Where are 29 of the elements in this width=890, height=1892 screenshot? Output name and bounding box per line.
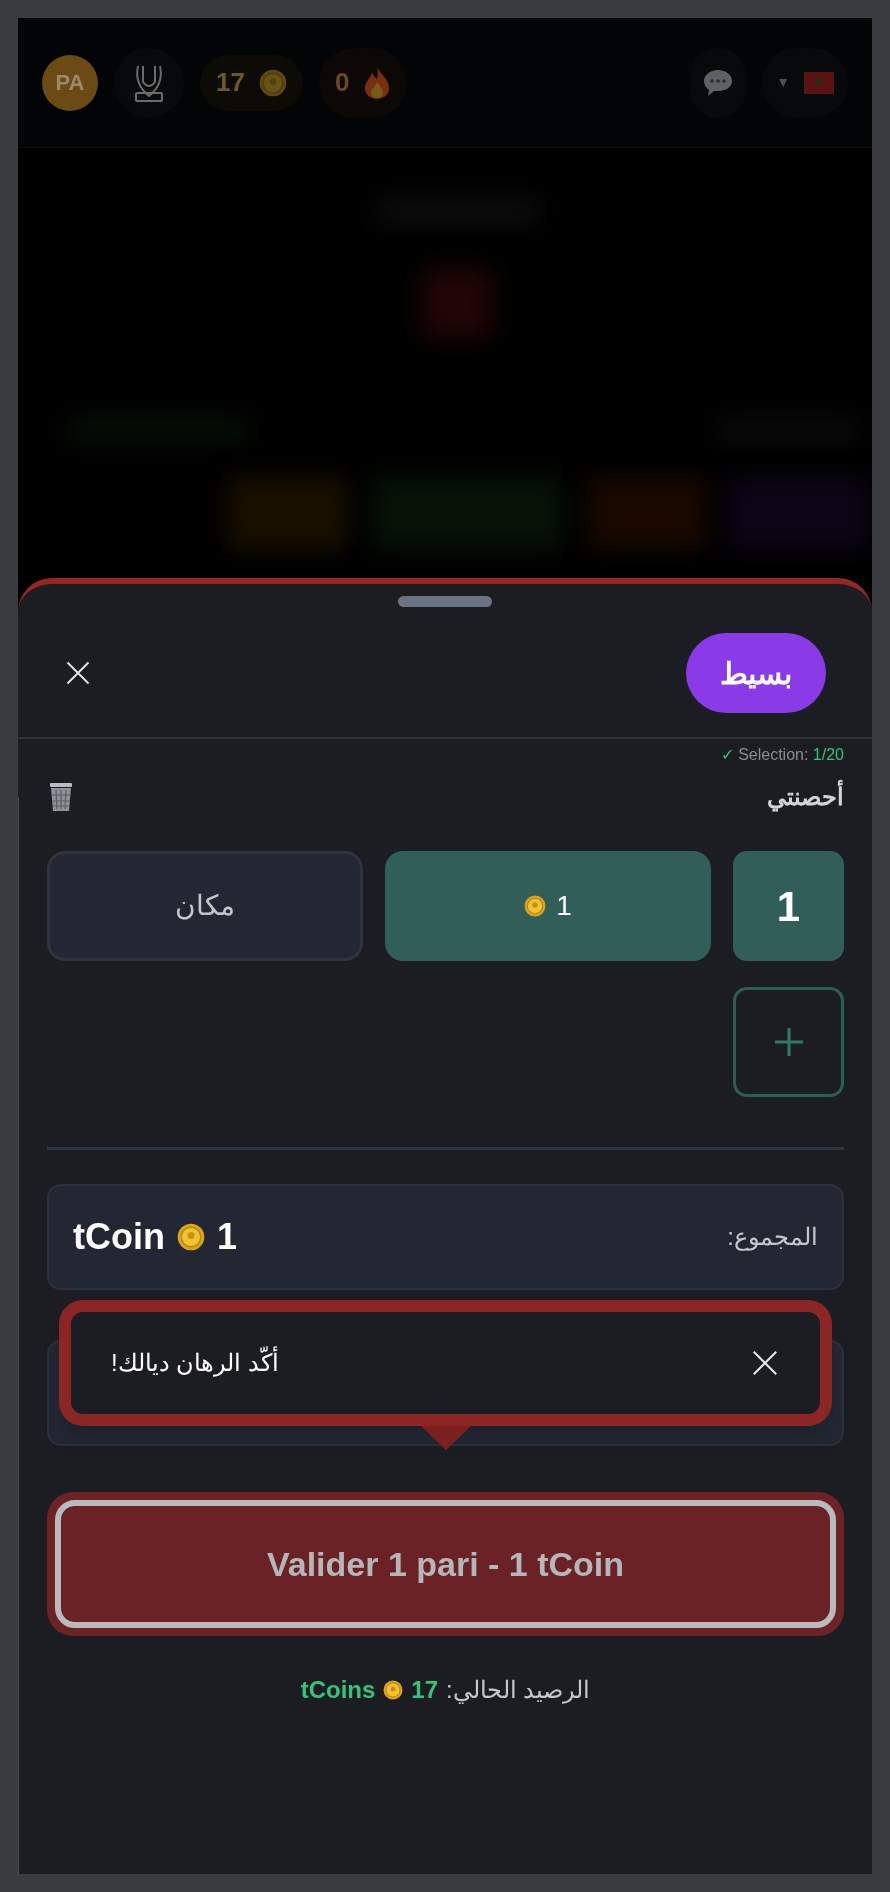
drag-handle[interactable] bbox=[398, 596, 492, 607]
balance-amount: 17 bbox=[411, 1675, 438, 1705]
horse-number: 1 bbox=[733, 851, 844, 961]
selection-count: ✓ Selection: 1/20 bbox=[720, 745, 844, 765]
bet-type-button[interactable]: مكان bbox=[47, 851, 363, 961]
tooltip-arrow-icon bbox=[421, 1426, 471, 1450]
trash-icon[interactable] bbox=[47, 781, 75, 813]
stake-button[interactable]: 1 bbox=[385, 851, 711, 961]
flame-icon bbox=[363, 65, 392, 100]
total-unit: tCoin bbox=[73, 1215, 165, 1259]
flag-icon bbox=[804, 71, 834, 94]
coin-icon bbox=[176, 1223, 205, 1251]
coin-icon bbox=[383, 1680, 404, 1700]
plus-icon bbox=[772, 1026, 805, 1058]
tooltip-message: أكّد الرهان ديالك! bbox=[111, 1345, 279, 1381]
balance-label: الرصيد الحالي: bbox=[446, 1675, 591, 1706]
add-horse-button[interactable] bbox=[733, 987, 844, 1097]
horses-label: أحصنتي bbox=[767, 779, 844, 815]
balance-unit: tCoins bbox=[300, 1675, 376, 1705]
close-icon[interactable] bbox=[750, 1348, 780, 1378]
coin-balance-pill[interactable]: 17 bbox=[200, 54, 303, 111]
chat-bubble-icon[interactable] bbox=[702, 67, 735, 98]
close-icon[interactable] bbox=[64, 659, 92, 687]
coin-icon bbox=[524, 895, 547, 917]
submit-bet-button[interactable]: Valider 1 pari - 1 tCoin bbox=[55, 1500, 836, 1628]
mode-button[interactable]: بسيط bbox=[686, 633, 826, 713]
total-amount: 1 bbox=[216, 1215, 237, 1259]
total-label: المجموع: bbox=[727, 1222, 818, 1253]
coin-icon bbox=[258, 68, 287, 97]
